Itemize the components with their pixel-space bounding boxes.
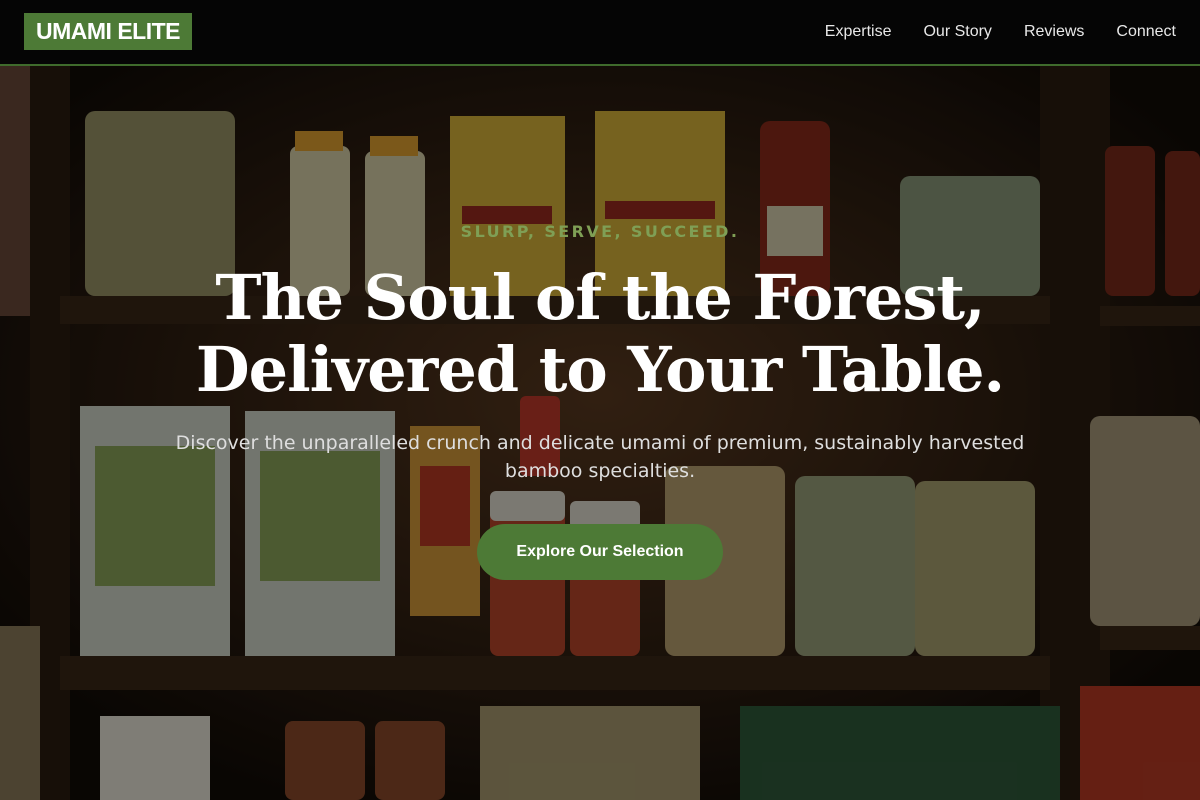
nav-link-reviews[interactable]: Reviews [1024,23,1084,41]
brand-logo[interactable]: UMAMI ELITE [24,13,192,50]
nav-link-connect[interactable]: Connect [1116,23,1176,41]
landing-page: UMAMI ELITE Expertise Our Story Reviews … [0,0,1200,800]
headline-line-2: Delivered to Your Table. [195,333,1005,406]
nav-link-expertise[interactable]: Expertise [825,23,892,41]
explore-selection-button[interactable]: Explore Our Selection [477,524,723,580]
hero-tagline: SLURP, SERVE, SUCCEED. [460,222,740,241]
hero-subtitle: Discover the unparalleled crunch and del… [175,432,1025,482]
hero-content: SLURP, SERVE, SUCCEED. The Soul of the F… [0,0,1200,800]
nav-link-our-story[interactable]: Our Story [923,23,991,41]
hero-headline: The Soul of the Forest, Delivered to You… [0,262,1200,406]
site-header: UMAMI ELITE Expertise Our Story Reviews … [0,0,1200,66]
headline-line-1: The Soul of the Forest, [215,261,985,334]
main-nav: Expertise Our Story Reviews Connect [825,0,1176,64]
